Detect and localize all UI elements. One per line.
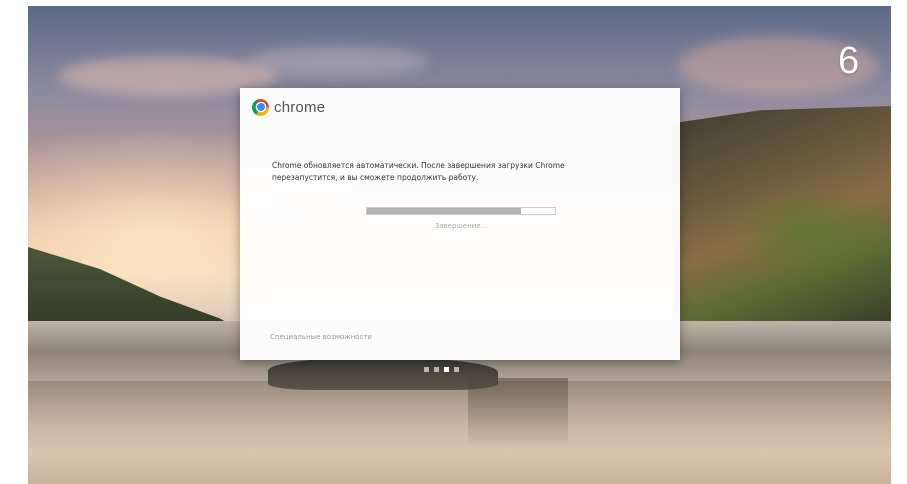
page-dot — [434, 367, 439, 372]
update-dialog: chrome Chrome обновляется автоматически.… — [240, 88, 680, 360]
reflection — [468, 378, 568, 448]
page-indicator — [424, 367, 459, 372]
update-progress-bar — [366, 207, 556, 215]
chrome-logo: chrome — [252, 98, 325, 116]
page-dot — [444, 367, 449, 372]
page-dot — [424, 367, 429, 372]
step-number: 6 — [838, 40, 860, 82]
cliff-moss — [728, 186, 891, 276]
cloud — [248, 46, 428, 76]
progress-fill — [367, 208, 522, 214]
rock — [268, 358, 498, 390]
logo-text: chrome — [274, 98, 326, 116]
page-dot — [454, 367, 459, 372]
update-message: Chrome обновляется автоматически. После … — [272, 161, 565, 182]
status-text: Завершение... — [434, 222, 488, 230]
chrome-logo-icon — [252, 98, 269, 116]
accessibility-link[interactable]: Специальные возможности — [270, 333, 372, 341]
sand — [28, 381, 891, 484]
